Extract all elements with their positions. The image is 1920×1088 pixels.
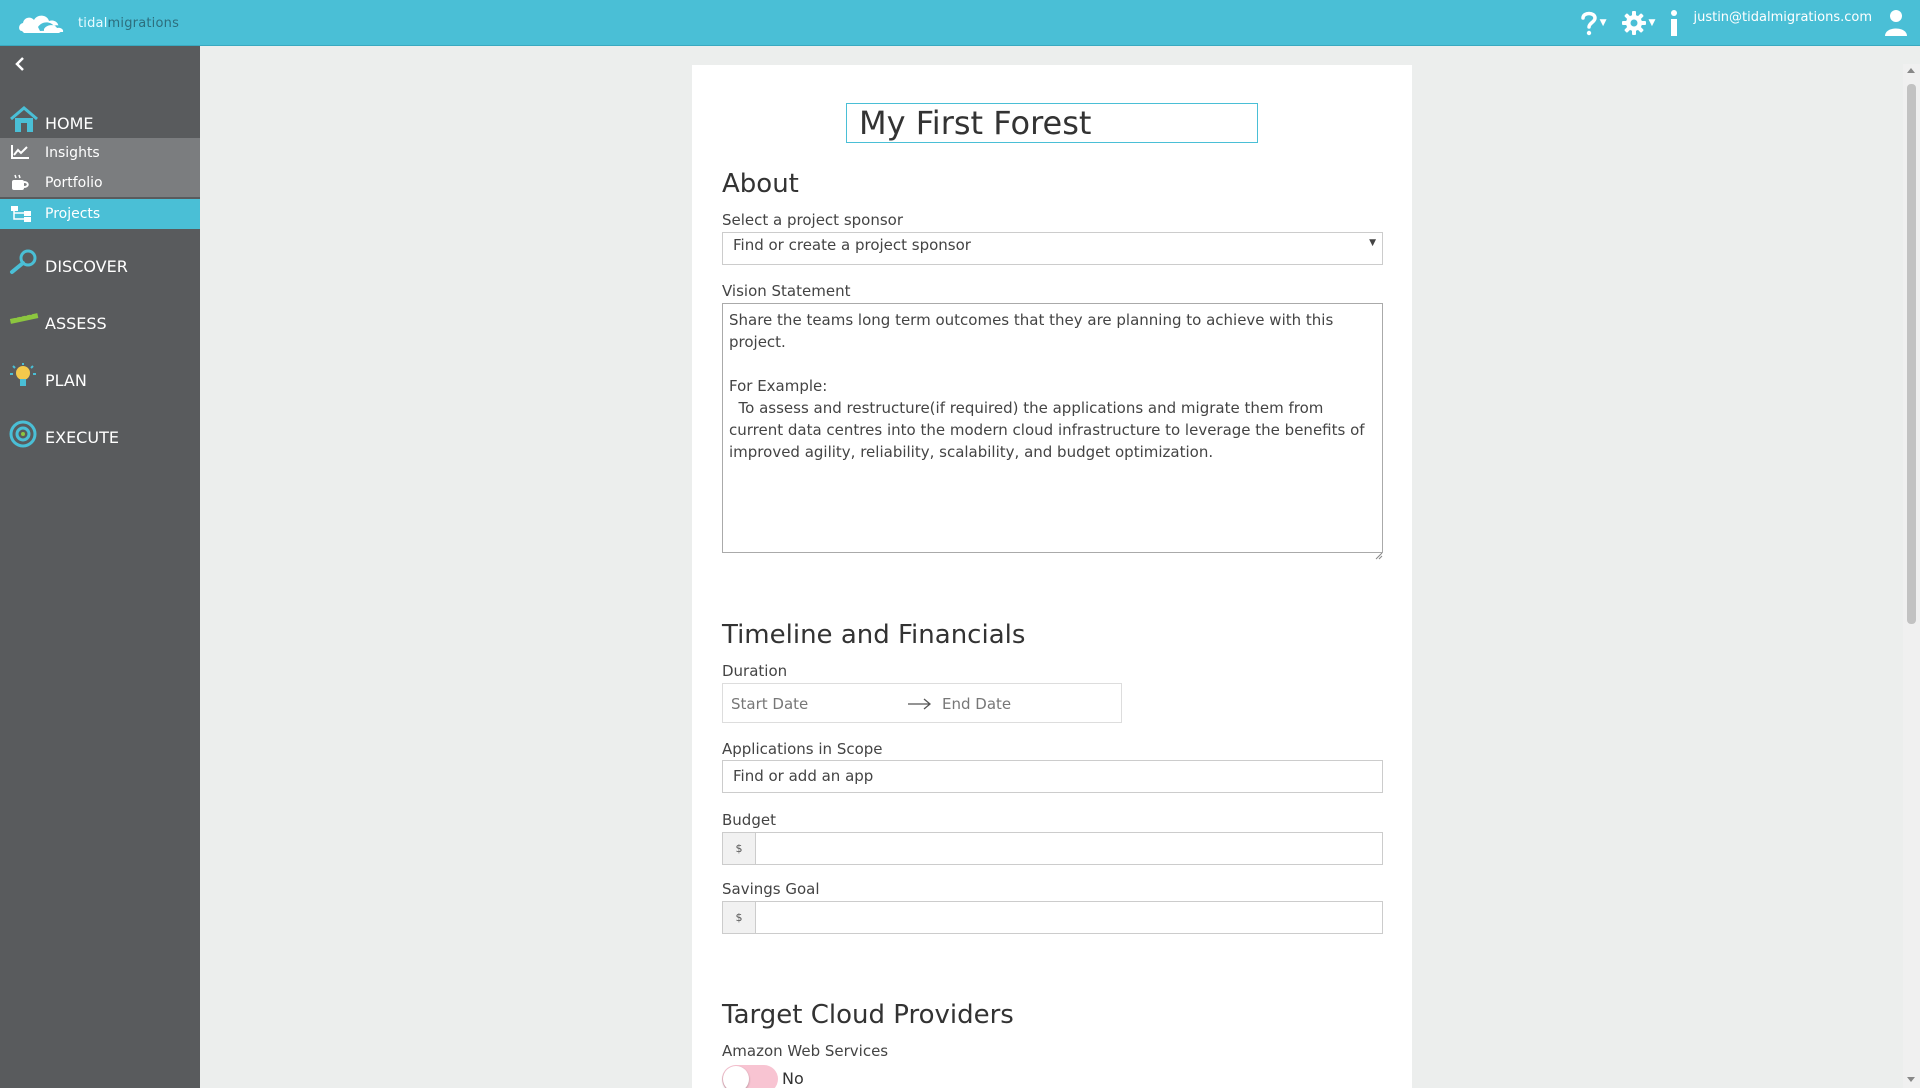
duration-label: Duration [722,662,788,680]
lightbulb-icon [8,362,40,396]
dollar-addon: $ [723,902,756,933]
info-icon [1671,10,1678,36]
timeline-heading: Timeline and Financials [722,620,1026,650]
budget-input[interactable]: $ [722,832,1383,865]
sidebar-item-label: HOME [45,114,94,133]
cloud-providers-heading: Target Cloud Providers [722,1000,1014,1030]
user-menu-button[interactable] [1884,9,1908,37]
aws-toggle[interactable] [722,1065,778,1088]
toggle-knob [723,1066,749,1088]
sponsor-label: Select a project sponsor [722,211,904,229]
sidebar-item-label: PLAN [45,371,87,390]
sidebar-item-insights[interactable]: Insights [0,138,200,168]
top-bar: tidalmigrations ▼ ▼ justin@tidalmigratio… [0,0,1920,46]
logo-text: tidalmigrations [78,15,180,31]
end-date-input[interactable]: End Date [942,695,1011,713]
settings-menu-button[interactable]: ▼ [1621,10,1656,36]
home-icon [8,104,40,140]
aws-toggle-state: No [782,1069,804,1088]
gear-icon [1621,11,1646,35]
info-button[interactable] [1669,9,1679,37]
sidebar-item-execute[interactable]: EXECUTE [0,415,200,455]
sidebar-item-label: Portfolio [45,175,103,191]
applications-in-scope-input[interactable]: Find or add an app [722,760,1383,793]
sidebar-item-label: EXECUTE [45,428,119,447]
scroll-down-icon[interactable] [1907,1077,1915,1082]
aws-label: Amazon Web Services [722,1042,889,1060]
sidebar-item-projects[interactable]: Projects [0,199,200,229]
question-icon [1580,11,1597,36]
home-submenu: Insights Portfolio [0,138,200,197]
project-name-input[interactable]: My First Forest [846,103,1258,143]
dollar-addon: $ [723,833,756,864]
apps-label: Applications in Scope [722,740,883,758]
sidebar-item-label: DISCOVER [45,257,128,276]
sidebar-item-plan[interactable]: PLAN [0,358,200,398]
sidebar-item-discover[interactable]: DISCOVER [0,244,200,284]
sitemap-icon [10,205,32,227]
arrow-right-icon [908,696,932,714]
cloud-logo-icon [19,15,64,33]
caret-down-icon: ▼ [1369,238,1376,248]
magnifier-icon [8,248,40,280]
scroll-up-icon[interactable] [1907,68,1915,73]
sidebar-item-assess[interactable]: ASSESS [0,301,200,341]
vision-statement-textarea[interactable]: Share the teams long term outcomes that … [722,303,1383,553]
chevron-left-icon [15,57,24,71]
sidebar-item-label: Projects [45,206,101,222]
page-scrollbar[interactable] [1903,64,1920,1088]
duration-date-range-picker[interactable]: Start Date End Date [722,683,1122,723]
chevron-down-icon: ▼ [1599,18,1607,28]
help-menu-button[interactable]: ▼ [1580,10,1607,36]
user-icon [1885,10,1907,36]
coffee-cup-icon [10,174,30,196]
ruler-icon [8,305,40,337]
savings-goal-input[interactable]: $ [722,901,1383,934]
sidebar-item-label: ASSESS [45,314,107,333]
sidebar-item-label: Insights [45,145,100,161]
sidebar: HOME Insights Portfolio Projects DISCOVE… [0,46,200,1088]
scrollbar-thumb[interactable] [1907,84,1916,624]
about-heading: About [722,169,799,199]
savings-goal-label: Savings Goal [722,880,820,898]
project-sponsor-select[interactable]: Find or create a project sponsor ▼ [722,232,1383,265]
tidal-migrations-logo[interactable]: tidalmigrations [16,8,179,38]
target-icon [8,419,40,453]
chevron-down-icon: ▼ [1648,18,1656,28]
sponsor-placeholder: Find or create a project sponsor [733,236,971,254]
user-email[interactable]: justin@tidalmigrations.com [1693,10,1872,25]
line-chart-icon [10,144,30,164]
resize-handle[interactable] [1375,545,1383,560]
project-form-card: My First Forest About Select a project s… [692,65,1412,1088]
sidebar-item-home[interactable]: HOME [0,104,200,138]
collapse-sidebar-button[interactable] [14,56,34,78]
start-date-input[interactable]: Start Date [731,695,808,713]
vision-label: Vision Statement [722,282,851,300]
top-bar-actions: ▼ ▼ justin@tidalmigrations.com [1580,0,1920,46]
sidebar-item-portfolio[interactable]: Portfolio [0,168,200,198]
budget-label: Budget [722,811,776,829]
